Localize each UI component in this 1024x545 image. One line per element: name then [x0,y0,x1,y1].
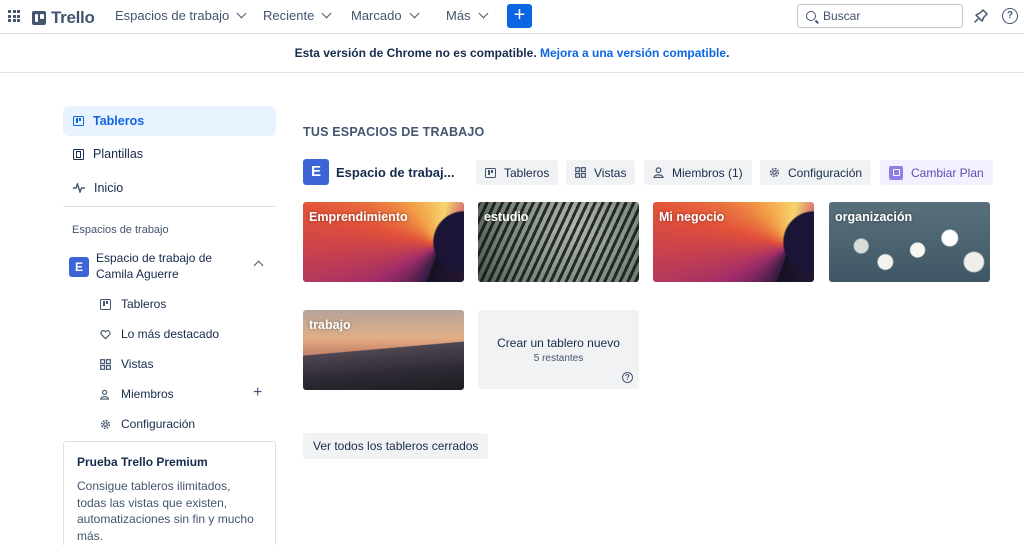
board-tile[interactable]: Mi negocio [653,202,814,282]
board-icon [73,116,84,126]
board-title: estudio [484,210,529,224]
template-icon [73,148,84,160]
workspace-views-button[interactable]: Vistas [566,160,636,185]
sidebar-workspace[interactable]: E Espacio de trabajo de Camila Aguerre [63,249,276,285]
change-plan-button[interactable]: Cambiar Plan [880,160,993,185]
board-title: organización [835,210,913,224]
grid-icon [100,358,111,370]
menu-recent[interactable]: Reciente [263,8,332,23]
unsupported-browser-banner: Esta versión de Chrome no es compatible.… [0,35,1024,73]
gear-icon [769,167,780,178]
search-icon [806,11,816,21]
workspace-item-members[interactable]: Miembros [100,387,174,401]
button-label: Cambiar Plan [911,165,984,180]
chevron-down-icon [321,8,332,19]
workspace-item-label: Tableros [121,297,167,311]
sidebar-item-boards[interactable]: Tableros [63,106,276,136]
upgrade-icon [889,165,903,180]
app-name: Trello [51,8,95,27]
workspace-item-views[interactable]: Vistas [100,357,153,371]
chevron-down-icon [478,8,489,19]
sidebar-divider [63,206,276,207]
sidebar-item-templates[interactable]: Plantillas [63,139,276,169]
workspace-item-settings[interactable]: Configuración [100,417,195,431]
create-board-tile[interactable]: Crear un tablero nuevo 5 restantes ? [478,310,639,389]
button-label: Vistas [594,165,627,180]
board-icon [100,298,111,310]
gear-icon [100,419,111,429]
add-member-plus-icon[interactable]: + [253,385,262,401]
chevron-down-icon [409,8,420,19]
workspace-item-label: Vistas [121,357,154,371]
banner-text: Esta versión de Chrome no es compatible. [294,46,537,60]
trello-logo-icon [32,11,46,25]
search-input[interactable] [823,9,943,23]
apps-grid-icon[interactable] [8,10,20,22]
banner-suffix: . [726,46,730,60]
menu-starred[interactable]: Marcado [351,8,420,23]
person-icon [653,167,664,178]
premium-title: Prueba Trello Premium [77,455,208,469]
pulse-icon [73,183,85,193]
upgrade-browser-link[interactable]: Mejora a una versión compatible [540,46,726,60]
trello-logo[interactable]: Trello [32,8,95,28]
sidebar-section-heading: Espacios de trabajo [72,224,169,236]
workspace-item-label: Miembros [121,387,174,401]
workspace-item-highlights[interactable]: Lo más destacado [100,327,219,341]
board-tile[interactable]: organización [829,202,990,282]
menu-label: Espacios de trabajo [115,8,230,23]
sidebar-item-label: Tableros [93,114,145,128]
button-label: Configuración [788,165,863,180]
members-icon [100,389,110,400]
create-board-label: Crear un tablero nuevo [497,336,620,350]
top-navigation: Trello Espacios de trabajo Reciente Marc… [0,0,1024,34]
menu-label: Marcado [351,8,402,23]
workspace-item-boards[interactable]: Tableros [100,297,166,311]
sidebar-item-home[interactable]: Inicio [63,173,276,203]
premium-trial-card: Prueba Trello Premium Consigue tableros … [63,441,276,545]
board-tile[interactable]: Emprendimiento [303,202,464,282]
button-label: Tableros [504,165,550,180]
workspace-name: Espacio de trabajo de Camila Aguerre [96,251,213,281]
notifications-icon[interactable] [973,8,989,24]
create-button[interactable]: + [507,4,532,28]
board-title: Emprendimiento [309,210,408,224]
board-title: trabajo [309,318,351,332]
remaining-boards-count: 5 restantes [533,353,584,364]
board-title: Mi negocio [659,210,725,224]
chevron-up-icon[interactable] [253,260,264,271]
grid-icon [575,167,586,178]
menu-workspaces[interactable]: Espacios de trabajo [115,8,247,23]
page-title: TUS ESPACIOS DE TRABAJO [303,125,485,139]
menu-label: Más [446,8,471,23]
view-closed-boards-button[interactable]: Ver todos los tableros cerrados [303,433,489,459]
workspace-badge: E [303,159,329,185]
workspace-badge: E [69,257,89,277]
board-icon [485,167,496,178]
menu-label: Reciente [263,8,315,23]
heart-icon [100,329,111,339]
workspace-item-label: Lo más destacado [121,327,220,341]
board-tile[interactable]: trabajo [303,310,464,390]
workspace-members-button[interactable]: Miembros (1) [644,160,752,185]
workspace-settings-button[interactable]: Configuración [760,160,872,185]
help-icon[interactable]: ? [1002,8,1018,24]
workspace-name: Espacio de trabaj... [336,165,455,180]
menu-more[interactable]: Más [446,8,489,23]
premium-description: Consigue tableros ilimitados, todas las … [77,479,254,543]
sidebar-item-label: Inicio [94,181,124,195]
board-tile[interactable]: estudio [478,202,639,282]
chevron-down-icon [236,8,247,19]
button-label: Miembros (1) [672,165,743,180]
sidebar-item-label: Plantillas [93,147,144,161]
help-icon[interactable]: ? [622,372,633,383]
search-box[interactable] [797,4,963,28]
workspace-item-label: Configuración [121,417,196,431]
workspace-boards-button[interactable]: Tableros [476,160,559,185]
